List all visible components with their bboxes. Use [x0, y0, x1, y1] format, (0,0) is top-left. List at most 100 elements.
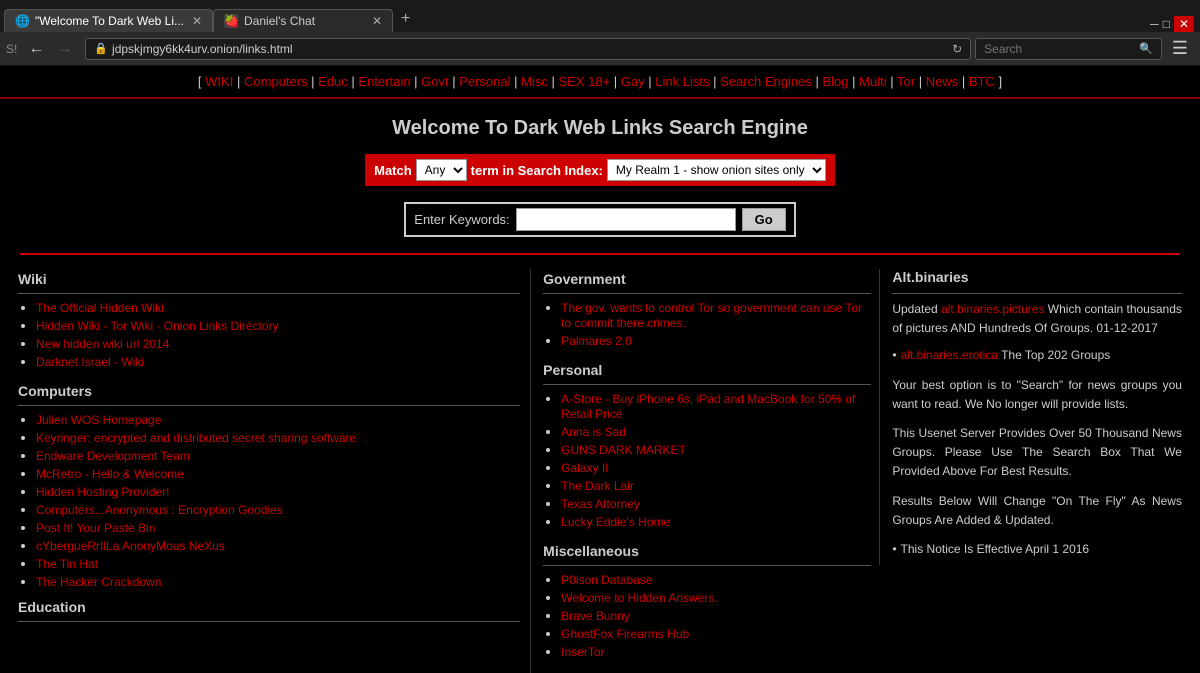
- nav-blog[interactable]: Blog: [823, 74, 849, 89]
- back-button[interactable]: ←: [23, 38, 49, 60]
- page-title: Welcome To Dark Web Links Search Engine: [0, 99, 1200, 154]
- tab-bar: 🌐 "Welcome To Dark Web Li... ✕ 🍓 Daniel'…: [0, 0, 1200, 32]
- list-item: The Hacker Crackdown: [36, 574, 520, 589]
- main-divider: [20, 253, 1180, 255]
- maximize-button[interactable]: □: [1163, 17, 1170, 31]
- tab-close-darkweb[interactable]: ✕: [184, 14, 202, 28]
- wiki-link-2[interactable]: New hidden wiki url 2014: [36, 337, 169, 351]
- nav-tor[interactable]: Tor: [897, 74, 915, 89]
- results-text: Results Below Will Change "On The Fly" A…: [892, 492, 1182, 530]
- nav-sex18[interactable]: SEX 18+: [558, 74, 610, 89]
- computers-link-1[interactable]: Keyringer: encrypted and distributed sec…: [36, 431, 356, 445]
- page-content: [ WIKI | Computers | Educ | Entertain | …: [0, 66, 1200, 673]
- personal-link-4[interactable]: The Dark Lair: [561, 479, 634, 493]
- term-label: term in Search Index:: [471, 163, 603, 178]
- computers-link-7[interactable]: cYbergueRrIlLa AnonyMous NeXus: [36, 539, 225, 553]
- gov-link-1[interactable]: Palmares 2.0: [561, 334, 632, 348]
- list-item: Texas Attorney: [561, 496, 871, 511]
- tab-label-darkweb: "Welcome To Dark Web Li...: [35, 14, 184, 28]
- misc-link-1[interactable]: Welcome to Hidden Answers.: [561, 591, 718, 605]
- computers-link-4[interactable]: Hidden Hosting Provider!: [36, 485, 169, 499]
- nav-btc[interactable]: BTC: [969, 74, 995, 89]
- browser-search-input[interactable]: [984, 42, 1139, 56]
- alt-binaries-pictures-link[interactable]: alt.binaries.pictures: [941, 302, 1044, 316]
- keyword-input[interactable]: [516, 208, 736, 231]
- computers-link-9[interactable]: The Hacker Crackdown: [36, 575, 161, 589]
- top-nav: [ WIKI | Computers | Educ | Entertain | …: [0, 66, 1200, 99]
- miscellaneous-section: Miscellaneous P0ison Database Welcome to…: [543, 543, 871, 659]
- education-divider: [18, 621, 520, 622]
- alt-binaries-erotica-row: • alt.binaries.erotica The Top 202 Group…: [892, 346, 1182, 365]
- go-button[interactable]: Go: [742, 208, 786, 231]
- gov-link-0[interactable]: The gov. wants to control Tor so governm…: [561, 301, 862, 330]
- government-divider: [543, 293, 871, 294]
- misc-link-4[interactable]: InserTor: [561, 645, 604, 659]
- list-item: Lucky Eddie's Home: [561, 514, 871, 529]
- nav-computers[interactable]: Computers: [244, 74, 308, 89]
- personal-link-3[interactable]: Galaxy II: [561, 461, 608, 475]
- list-item: Welcome to Hidden Answers.: [561, 590, 871, 605]
- nav-misc[interactable]: Misc: [521, 74, 548, 89]
- wiki-divider: [18, 293, 520, 294]
- nav-personal[interactable]: Personal: [459, 74, 510, 89]
- misc-link-3[interactable]: GhostFox Firearms Hub: [561, 627, 689, 641]
- nav-wiki[interactable]: WIKI: [205, 74, 233, 89]
- personal-link-0[interactable]: A-Store - Buy iPhone 6s, iPad and MacBoo…: [561, 392, 855, 421]
- index-select[interactable]: My Realm 1 - show onion sites only My Re…: [607, 159, 826, 181]
- nav-educ[interactable]: Educ: [318, 74, 348, 89]
- forward-button[interactable]: →: [51, 38, 77, 60]
- tab-darkweb[interactable]: 🌐 "Welcome To Dark Web Li... ✕: [4, 9, 213, 32]
- alt-binaries-erotica-link[interactable]: alt.binaries.erotica: [901, 348, 998, 362]
- personal-link-2[interactable]: GUNS DARK MARKET: [561, 443, 686, 457]
- refresh-button[interactable]: ↻: [952, 42, 962, 56]
- nav-searchengines[interactable]: Search Engines: [720, 74, 812, 89]
- wiki-link-3[interactable]: Darknet Israel - Wiki: [36, 355, 144, 369]
- middle-column: Government The gov. wants to control Tor…: [530, 269, 879, 673]
- list-item: The Tin Hat: [36, 556, 520, 571]
- list-item: Darknet Israel - Wiki: [36, 354, 520, 369]
- government-title: Government: [543, 271, 871, 287]
- list-item: The Dark Lair: [561, 478, 871, 493]
- wiki-link-0[interactable]: The Official Hidden Wiki: [36, 301, 164, 315]
- browser-search-bar[interactable]: 🔍: [975, 38, 1162, 60]
- personal-link-6[interactable]: Lucky Eddie's Home: [561, 515, 670, 529]
- personal-section: Personal A-Store - Buy iPhone 6s, iPad a…: [543, 362, 871, 529]
- wiki-section: Wiki The Official Hidden Wiki Hidden Wik…: [18, 271, 520, 369]
- nav-gay[interactable]: Gay: [621, 74, 645, 89]
- list-item: Keyringer: encrypted and distributed sec…: [36, 430, 520, 445]
- nav-news[interactable]: News: [926, 74, 959, 89]
- alt-binaries-title: Alt.binaries: [892, 269, 1182, 285]
- personal-link-list: A-Store - Buy iPhone 6s, iPad and MacBoo…: [543, 391, 871, 529]
- education-title: Education: [18, 599, 520, 615]
- close-button[interactable]: ✕: [1174, 16, 1194, 32]
- match-select[interactable]: Any All: [416, 159, 467, 181]
- misc-link-2[interactable]: Brave Bunny: [561, 609, 630, 623]
- nav-multi[interactable]: Multi: [859, 74, 886, 89]
- notice-bullet-icon: •: [892, 540, 896, 559]
- notice-text: This Notice Is Effective April 1 2016: [901, 540, 1090, 558]
- nav-govt[interactable]: Govt: [421, 74, 448, 89]
- computers-link-8[interactable]: The Tin Hat: [36, 557, 98, 571]
- browser-menu-button[interactable]: ☰: [1166, 36, 1194, 61]
- minimize-button[interactable]: ─: [1150, 17, 1159, 31]
- address-bar[interactable]: 🔒 jdpskjmgy6kk4urv.onion/links.html ↻: [85, 38, 971, 60]
- misc-link-0[interactable]: P0ison Database: [561, 573, 652, 587]
- tab-close-danielschat[interactable]: ✕: [364, 14, 382, 28]
- computers-link-0[interactable]: Julien WOS Homepage: [36, 413, 161, 427]
- notice-row: • This Notice Is Effective April 1 2016: [892, 540, 1182, 559]
- keyword-row: Enter Keywords: Go: [404, 202, 795, 237]
- wiki-link-1[interactable]: Hidden Wiki - Tor Wiki - Onion Links Dir…: [36, 319, 279, 333]
- computers-link-3[interactable]: McRetro - Hello & Welcome: [36, 467, 184, 481]
- computers-link-5[interactable]: Computers...Anonymous : Encryption Goodi…: [36, 503, 283, 517]
- tab-danielschat[interactable]: 🍓 Daniel's Chat ✕: [213, 9, 393, 32]
- nav-entertain[interactable]: Entertain: [358, 74, 410, 89]
- computers-link-6[interactable]: Post It! Your Paste Bin: [36, 521, 155, 535]
- wiki-title: Wiki: [18, 271, 520, 287]
- computers-link-2[interactable]: Endware Development Team: [36, 449, 190, 463]
- new-tab-button[interactable]: +: [393, 6, 418, 32]
- list-item: InserTor: [561, 644, 871, 659]
- personal-link-5[interactable]: Texas Attorney: [561, 497, 640, 511]
- nav-linklists[interactable]: Link Lists: [655, 74, 709, 89]
- personal-link-1[interactable]: Anna is Sad: [561, 425, 626, 439]
- list-item: GUNS DARK MARKET: [561, 442, 871, 457]
